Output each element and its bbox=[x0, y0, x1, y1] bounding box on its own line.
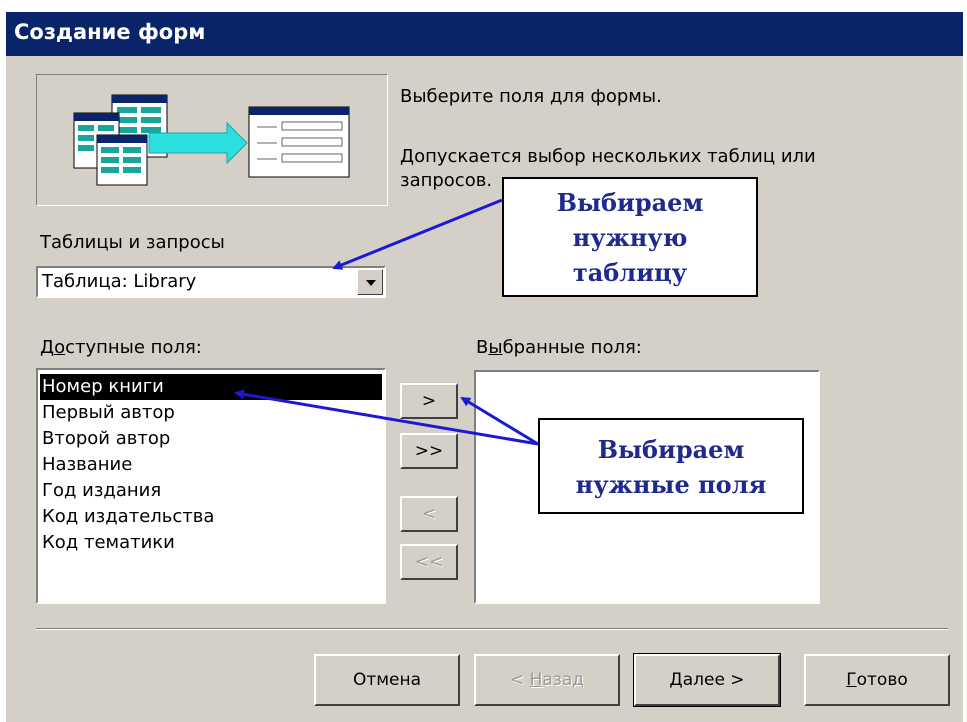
arrow-to-combobox bbox=[332, 198, 503, 270]
annotation-arrows bbox=[234, 198, 539, 446]
arrow-to-first-field bbox=[234, 389, 539, 446]
